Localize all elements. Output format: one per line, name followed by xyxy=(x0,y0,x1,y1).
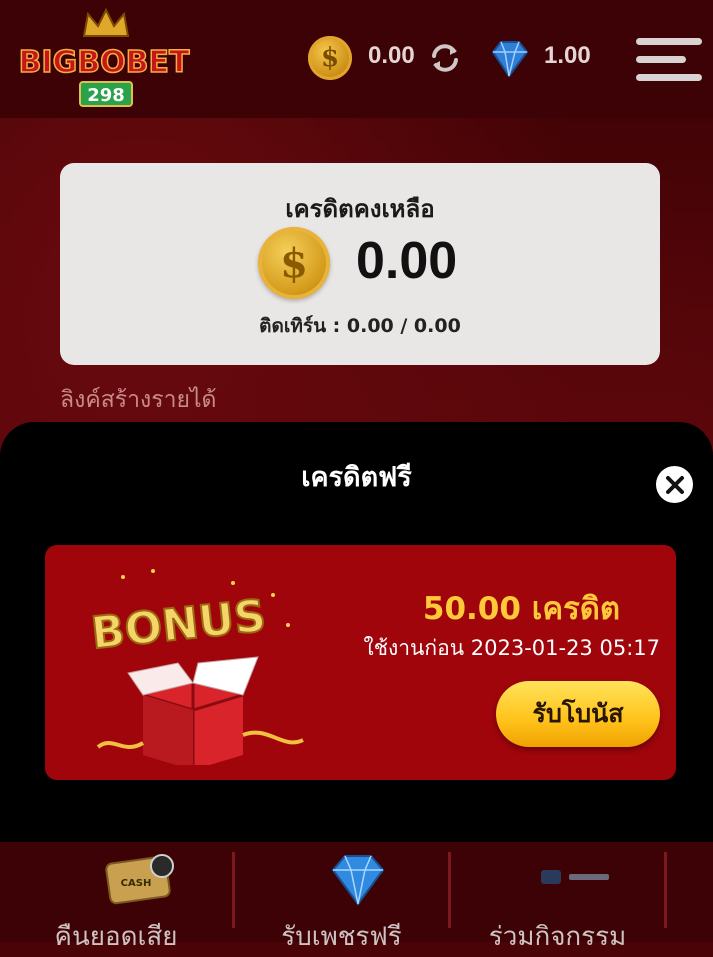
credit-card-title: เครดิตคงเหลือ xyxy=(285,195,435,223)
nav-label: ร่วมกิจกรรม xyxy=(488,922,627,952)
bonus-art-text: BONUS xyxy=(89,590,269,659)
nav-label: รับเพชรฟรี xyxy=(281,922,402,952)
coin-icon: $ xyxy=(308,36,352,80)
logo-text: BIGBOBET xyxy=(19,45,190,80)
modal-title: เครดิตฟรี xyxy=(301,462,412,493)
bonus-gift-icon: BONUS xyxy=(88,569,304,765)
bonus-expiry: ใช้งานก่อน 2023-01-23 05:17 xyxy=(363,636,660,660)
site-logo[interactable]: BIGBOBET 298 xyxy=(14,6,194,110)
nav-item-activities[interactable]: ร่วมกิจกรรม xyxy=(451,842,664,952)
nav-item-cashback[interactable]: CASH คืนยอดเสีย xyxy=(0,842,232,952)
svg-text:CASH: CASH xyxy=(121,878,152,889)
nav-item-free-diamond[interactable]: รับเพชรฟรี xyxy=(235,842,448,952)
free-credit-modal: เครดิตฟรี BONUS 50.00 เครดิต ใช้งานก่อน … xyxy=(0,422,713,842)
close-button[interactable] xyxy=(656,466,693,503)
credit-balance-card: เครดิตคงเหลือ $ 0.00 ติดเทิร์น : 0.00 / … xyxy=(60,163,660,365)
bottom-nav: CASH คืนยอดเสีย รับเพชรฟรี ร่วมกิจกรรม xyxy=(0,842,713,952)
tech-icon xyxy=(541,870,609,884)
claim-bonus-button[interactable]: รับโบนัส xyxy=(496,681,660,747)
bonus-card: BONUS 50.00 เครดิต ใช้งานก่อน 2023-01-23… xyxy=(45,545,676,780)
nav-label: คืนยอดเสีย xyxy=(54,922,178,952)
nav-divider xyxy=(664,852,667,928)
menu-icon[interactable] xyxy=(636,36,704,84)
earn-link[interactable]: ลิงค์สร้างรายได้ xyxy=(60,382,217,418)
gem-icon xyxy=(491,41,529,78)
turnover-status: ติดเทิร์น : 0.00 / 0.00 xyxy=(259,315,461,337)
credit-amount: 0.00 xyxy=(356,232,458,290)
refresh-icon[interactable] xyxy=(428,42,462,74)
cashback-icon: CASH xyxy=(105,854,174,905)
logo-subtext: 298 xyxy=(87,85,125,106)
credit-balance: 0.00 xyxy=(368,42,415,69)
bonus-amount: 50.00 เครดิต xyxy=(422,591,620,627)
gem-balance: 1.00 xyxy=(544,42,591,69)
diamond-icon xyxy=(331,855,385,906)
close-icon xyxy=(665,475,684,494)
top-bar: BIGBOBET 298 $ 0.00 1.00 xyxy=(0,0,713,118)
coin-icon: $ xyxy=(258,227,330,299)
